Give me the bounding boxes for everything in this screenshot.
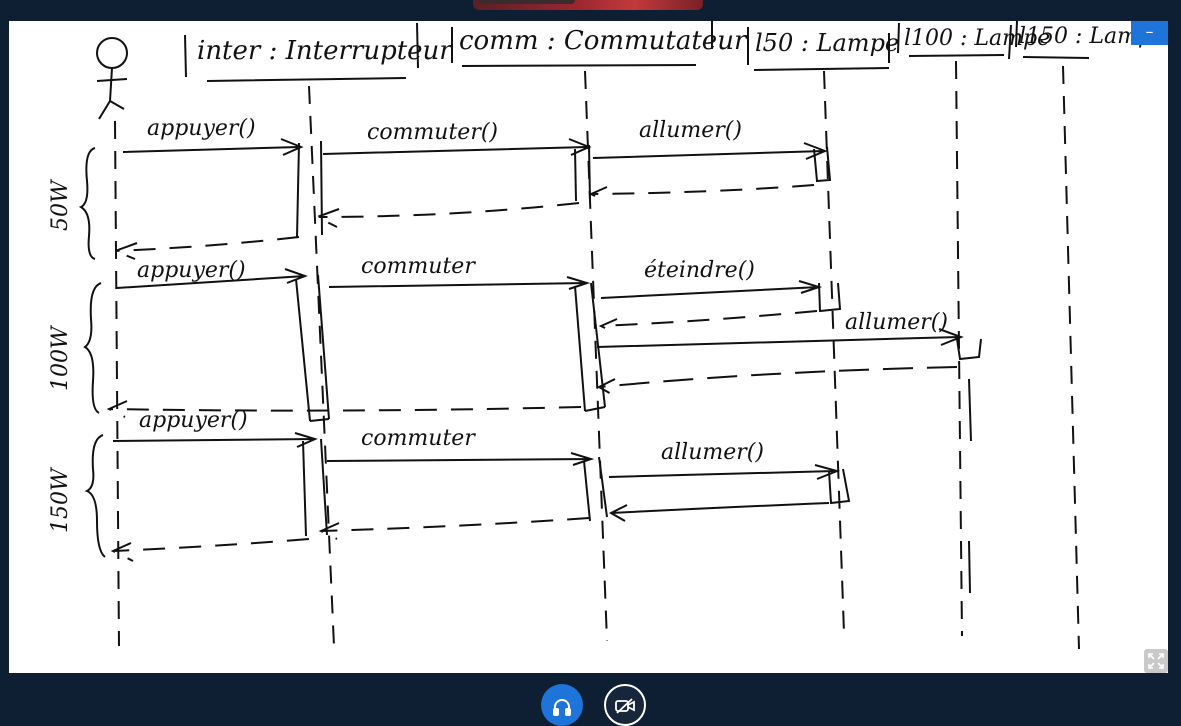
message-group-100w: appuyer() commuter éteindre() allumer() xyxy=(106,254,964,418)
lifeline-label-l50: l50 : Lampe xyxy=(755,29,899,57)
expand-icon[interactable] xyxy=(1144,649,1168,673)
activation-bars xyxy=(295,140,982,594)
message-group-50w: appuyer() commuter() allumer() xyxy=(112,116,828,260)
video-off-icon xyxy=(615,698,635,714)
bottom-control-bar xyxy=(0,673,1181,713)
group-label-100w: 100W xyxy=(48,324,73,391)
lifeline-label-comm: comm : Commutateur xyxy=(459,26,748,56)
video-toggle-button[interactable] xyxy=(604,684,646,726)
audio-button[interactable] xyxy=(541,684,583,726)
minimize-button[interactable]: – xyxy=(1131,21,1168,45)
msg-label: allumer() xyxy=(639,118,742,143)
msg-label: appuyer() xyxy=(137,258,246,283)
lifeline-label-inter: inter : Interrupteur xyxy=(197,36,453,66)
msg-label: commuter xyxy=(361,254,476,279)
msg-label: éteindre() xyxy=(644,258,755,283)
lifeline-header-comm: comm : Commutateur xyxy=(451,21,748,67)
lifelines xyxy=(114,60,1080,650)
lifeline-header-inter: inter : Interrupteur xyxy=(184,22,453,82)
message-group-150w: appuyer() commuter allumer() xyxy=(110,408,841,562)
headphones-icon xyxy=(553,699,571,716)
group-label-150w: 150W xyxy=(48,466,73,533)
sequence-diagram: inter : Interrupteur comm : Commutateur … xyxy=(48,21,1165,650)
msg-label: appuyer() xyxy=(139,408,248,433)
msg-label: commuter xyxy=(361,426,476,451)
lifeline-header-l50: l50 : Lampe xyxy=(747,27,899,71)
group-braces xyxy=(78,147,106,558)
msg-label: allumer() xyxy=(661,440,764,465)
msg-label: allumer() xyxy=(845,310,948,335)
msg-label: commuter() xyxy=(367,120,498,145)
whiteboard-canvas[interactable]: inter : Interrupteur comm : Commutateur … xyxy=(9,21,1168,673)
actor-figure xyxy=(96,37,128,120)
msg-label: appuyer() xyxy=(147,116,256,141)
group-label-50w: 50W xyxy=(48,178,73,231)
participant-video-thumbnail[interactable] xyxy=(473,0,703,10)
